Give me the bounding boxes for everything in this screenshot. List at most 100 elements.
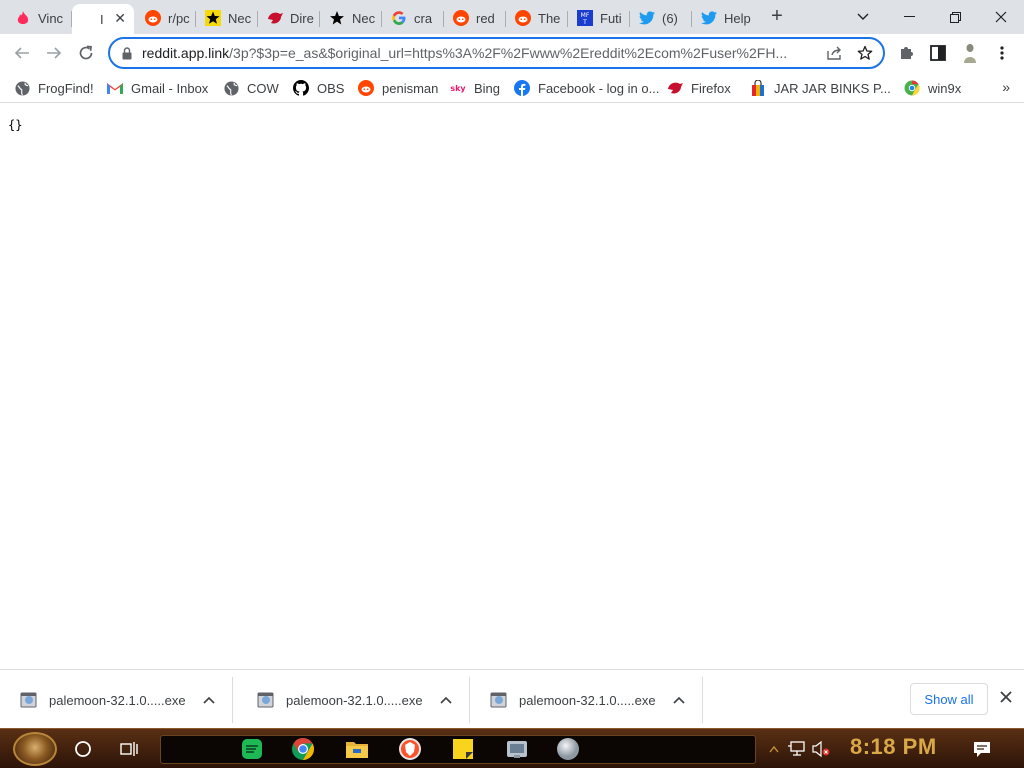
extensions-puzzle-icon[interactable] [896,43,916,63]
close-shelf-icon[interactable] [998,689,1014,705]
spotify-like-green-icon[interactable] [240,737,264,761]
file-explorer-icon[interactable] [345,737,369,761]
page-content: {} [0,104,1024,669]
bookmark-facebook[interactable]: Facebook - log in o... [514,77,659,99]
globe-icon [223,80,239,96]
brave-like-browser-icon[interactable] [398,737,422,761]
browser-toolbar: reddit.app.link/3p?$3p=e_as&$original_ur… [0,34,1024,72]
svg-text:T: T [582,19,587,26]
bookmarks-bar: FrogFind! Gmail - Inbox COW OBS penisman… [0,72,1024,103]
reload-button[interactable] [72,39,100,67]
task-view-icon[interactable] [118,737,142,761]
tab-11[interactable]: Help [692,4,754,32]
download-item[interactable]: palemoon-32.1.0.....exe [237,677,470,723]
volume-muted-icon[interactable] [809,737,833,761]
chrome-old-icon [904,80,920,96]
tab-5[interactable]: Nec [320,4,382,32]
bookmark-star-icon[interactable] [857,45,873,64]
back-button[interactable] [8,39,36,67]
tab-title: Nec [228,10,252,26]
twitter-icon [701,10,717,26]
bookmark-frogfind[interactable]: FrogFind! [14,77,94,99]
bookmark-bing[interactable]: sky Bing [450,77,500,99]
star-icon [329,10,345,26]
bookmark-cow[interactable]: COW [223,77,279,99]
taskbar-clock[interactable]: 8:18 PM [850,734,937,760]
tab-7[interactable]: red [444,4,506,32]
bookmark-label: win9x [928,80,962,96]
settings-app-icon[interactable] [505,737,529,761]
tray-overflow-icon[interactable] [762,737,786,761]
tab-10[interactable]: (6) [630,4,692,32]
svg-text:MF: MF [581,12,590,19]
menu-kebab-icon[interactable] [992,43,1012,63]
bookmark-obs[interactable]: OBS [293,77,344,99]
new-tab-button[interactable]: + [766,6,788,28]
download-item[interactable]: palemoon-32.1.0.....exe [470,677,703,723]
sticky-notes-icon[interactable] [451,737,475,761]
download-shelf: palemoon-32.1.0.....exe palemoon-32.1.0.… [0,669,1024,728]
reddit-icon [453,10,469,26]
download-filename: palemoon-32.1.0.....exe [519,692,656,708]
more-bookmarks-chevron-icon[interactable]: » [1002,79,1010,95]
tab-title: Futi [600,10,622,26]
tab-1-active[interactable]: I ✕ [72,4,134,34]
bookmark-label: penisman [382,80,439,96]
bookmark-label: Bing [474,80,501,96]
gmail-icon [107,80,123,96]
start-button[interactable] [13,732,57,766]
bookmark-penisman[interactable]: penisman [358,77,438,99]
divider [232,677,233,723]
share-icon[interactable] [827,46,843,63]
network-icon[interactable] [785,737,809,761]
tab-0[interactable]: Vinc [6,4,72,32]
close-tab-icon[interactable]: ✕ [114,10,126,27]
side-panel-icon[interactable] [928,43,948,63]
tab-title: Dire [290,10,314,26]
tab-title: Vinc [38,10,64,26]
minimize-button[interactable] [886,0,932,34]
lock-icon[interactable] [120,46,134,60]
search-circle-icon[interactable] [71,737,95,761]
tab-2[interactable]: r/pc [136,4,196,32]
sky-icon: sky [450,80,466,96]
address-bar[interactable]: reddit.app.link/3p?$3p=e_as&$original_ur… [108,37,885,69]
tab-title: cra [414,10,433,26]
taskbar: 8:18 PM [0,728,1024,768]
tab-title: Help [724,10,751,26]
notifications-icon[interactable] [970,737,994,761]
grey-orb-icon[interactable] [556,737,580,761]
show-all-button[interactable]: Show all [910,683,988,715]
reddit-icon [515,10,531,26]
chevron-up-icon[interactable] [203,692,215,707]
chevron-up-icon[interactable] [673,692,685,707]
restore-button[interactable] [932,0,978,34]
tab-title: I [100,11,104,27]
tab-8[interactable]: The [506,4,568,32]
close-window-button[interactable] [978,0,1024,34]
svg-text:sky: sky [450,84,466,93]
github-icon [293,80,309,96]
json-body-text: {} [8,118,23,132]
tab-6[interactable]: cra [382,4,444,32]
bookmark-win9x[interactable]: win9x [904,77,961,99]
bookmark-label: FrogFind! [38,80,94,96]
tab-title: (6) [662,10,678,26]
tab-9[interactable]: MF T Futi [568,4,630,32]
profile-avatar-icon[interactable] [960,43,980,63]
chevron-up-icon[interactable] [440,692,452,707]
facebook-icon [514,80,530,96]
download-item[interactable]: palemoon-32.1.0.....exe [0,677,233,723]
tab-3[interactable]: Nec [196,4,258,32]
bookmark-gmail[interactable]: Gmail - Inbox [107,77,208,99]
bookmark-firefox[interactable]: Firefox [667,77,731,99]
tab-search-chevron-icon[interactable] [840,0,886,34]
bookmark-jar-jar-binks[interactable]: JAR JAR BINKS P... [750,77,891,99]
forward-button[interactable] [40,39,68,67]
url-text: reddit.app.link/3p?$3p=e_as&$original_ur… [142,45,812,61]
globe-icon [14,80,30,96]
tab-4[interactable]: Dire [258,4,320,32]
chrome-icon[interactable] [291,737,315,761]
exe-file-icon [490,691,508,709]
exe-file-icon [257,691,275,709]
